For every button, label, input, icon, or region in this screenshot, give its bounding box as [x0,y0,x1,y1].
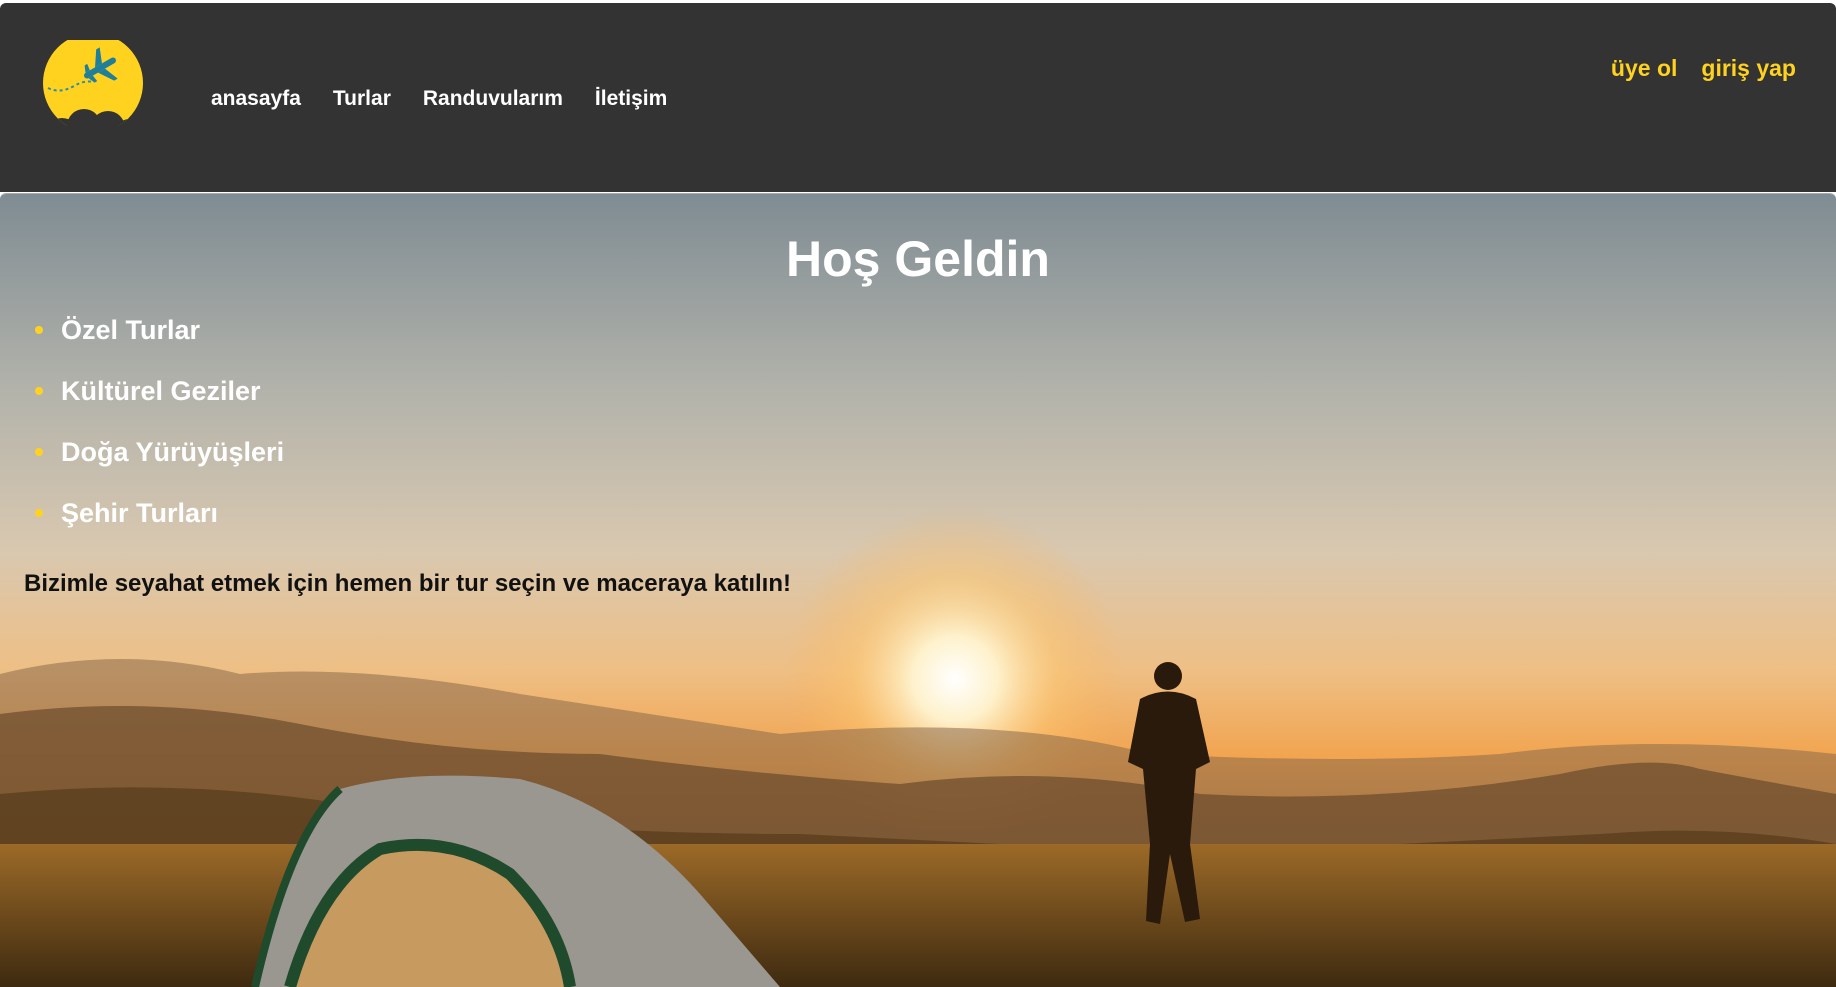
nav-item-randevularim[interactable]: Randuvularım [423,87,563,111]
list-item: Kültürel Geziler [34,375,284,436]
nav-item-iletisim[interactable]: İletişim [595,87,667,111]
nav-item-turlar[interactable]: Turlar [333,87,391,111]
list-item: Şehir Turları [34,497,284,558]
list-item: Doğa Yürüyüşleri [34,436,284,497]
bullet-icon [35,326,43,334]
site-header: anasayfa Turlar Randuvularım İletişim üy… [0,3,1836,192]
bullet-icon [35,509,43,517]
feature-label: Özel Turlar [61,315,201,345]
auth-links: üye ol giriş yap [1587,55,1796,82]
feature-label: Şehir Turları [61,498,219,528]
bullet-icon [35,448,43,456]
hero-tagline: Bizimle seyahat etmek için hemen bir tur… [24,570,792,597]
hero-section: Hoş Geldin Özel Turlar Kültürel Geziler … [0,193,1836,987]
page-title: Hoş Geldin [786,231,1050,287]
feature-label: Doğa Yürüyüşleri [61,437,285,467]
airplane-sun-logo-icon[interactable] [40,33,146,133]
bullet-icon [35,387,43,395]
main-nav: anasayfa Turlar Randuvularım İletişim [211,87,699,111]
feature-label: Kültürel Geziler [61,376,261,406]
login-link[interactable]: giriş yap [1701,55,1796,82]
list-item: Özel Turlar [34,314,284,375]
register-link[interactable]: üye ol [1611,55,1677,82]
feature-list: Özel Turlar Kültürel Geziler Doğa Yürüyü… [34,314,284,558]
nav-item-anasayfa[interactable]: anasayfa [211,87,301,111]
